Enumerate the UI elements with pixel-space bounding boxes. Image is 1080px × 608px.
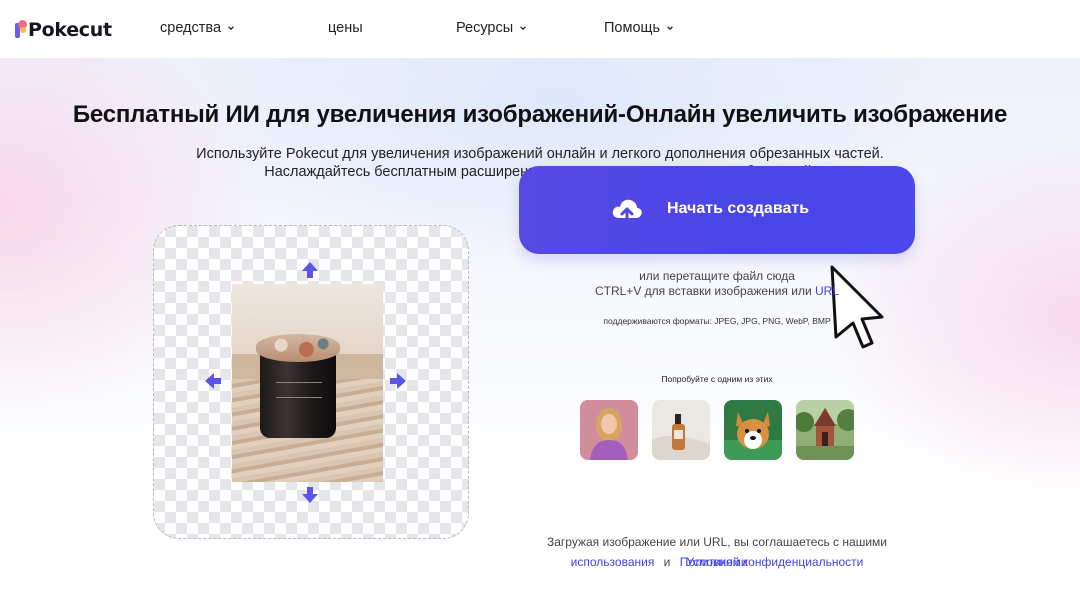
supported-formats-text: поддерживаются форматы: JPEG, JPG, PNG, …: [603, 316, 831, 326]
chevron-down-icon: [520, 26, 527, 31]
expand-right-arrow-icon: [390, 373, 406, 389]
sample-image-bottle[interactable]: [652, 400, 710, 460]
paste-hint-text: CTRL+V для вставки изображения или: [594, 284, 812, 298]
paste-hint: CTRL+V для вставки изображения или URL: [519, 284, 915, 298]
cloud-upload-icon: [612, 199, 642, 224]
hero-section: Бесплатный ИИ для увеличения изображений…: [0, 58, 1080, 608]
expand-down-arrow-icon: [302, 487, 318, 503]
top-navigation-bar: Pokecut средства цены Ресурсы Помощь: [0, 0, 1080, 58]
sample-image-woman[interactable]: [580, 400, 638, 460]
sample-images-row: [580, 400, 856, 460]
hero-subtitle-line-1: Используйте Pokecut для увеличения изобр…: [196, 146, 884, 162]
pokecut-logo[interactable]: Pokecut: [15, 17, 112, 43]
nav-tools-label: средства: [160, 20, 222, 36]
expand-up-arrow-icon: [302, 262, 318, 278]
nav-help-menu[interactable]: Помощь: [604, 20, 674, 36]
chevron-down-icon: [228, 26, 234, 31]
logo-text: Pokecut: [28, 19, 112, 41]
nav-pricing-link[interactable]: цены: [328, 20, 363, 36]
nav-help-label: Помощь: [604, 20, 661, 36]
nav-resources-menu[interactable]: Ресурсы: [456, 20, 527, 36]
nav-tools-menu[interactable]: средства: [160, 20, 235, 36]
expand-left-arrow-icon: [205, 373, 221, 389]
url-upload-link[interactable]: URL: [815, 284, 839, 298]
sample-images-label: Попробуйте с одним из этих: [661, 374, 773, 384]
sample-image-chapel[interactable]: [796, 400, 854, 460]
page-title: Бесплатный ИИ для увеличения изображений…: [72, 101, 1008, 128]
drag-drop-hint: или перетащите файл сюда: [639, 269, 795, 283]
logo-mark-icon: [15, 20, 27, 40]
nav-resources-label: Ресурсы: [456, 20, 514, 36]
terms-line-2: использования и Политикой конфиденциальн…: [519, 552, 915, 572]
privacy-policy-link[interactable]: Политикой конфиденциальности: [680, 555, 864, 569]
candle-example-image: [232, 284, 383, 482]
nav-pricing-label: цены: [328, 20, 363, 36]
start-creating-label: Начать создавать: [667, 200, 810, 217]
sample-image-corgi[interactable]: [724, 400, 782, 460]
start-creating-button[interactable]: Начать создавать: [519, 166, 915, 254]
chevron-down-icon: [667, 26, 673, 31]
terms-prefix: Загружая изображение или URL, вы соглаша…: [547, 535, 887, 549]
terms-conjunction: и: [663, 555, 671, 569]
terms-of-use-link-cont[interactable]: использования: [571, 555, 655, 569]
